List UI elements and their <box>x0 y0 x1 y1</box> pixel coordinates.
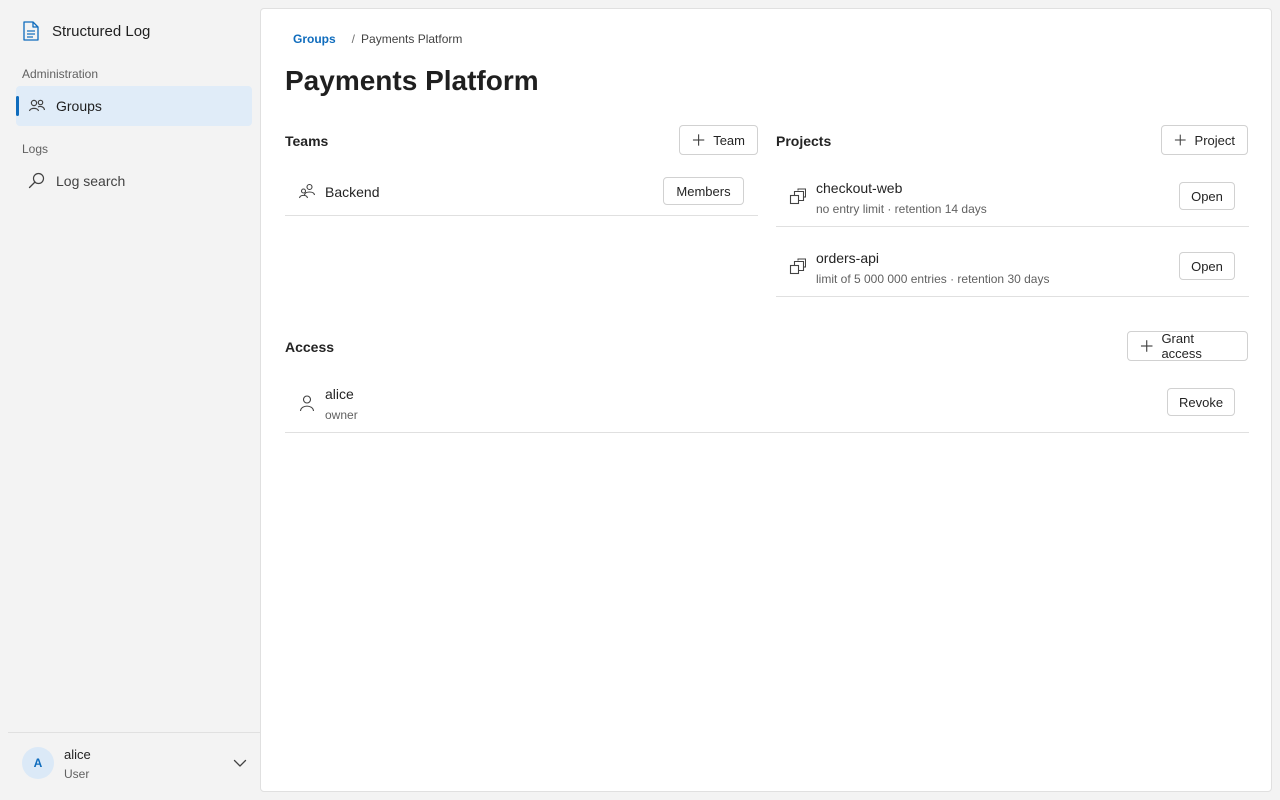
project-row: checkout-web no entry limit · retention … <box>776 169 1249 227</box>
add-team-button[interactable]: Team <box>679 125 758 155</box>
main-content: Groups / Payments Platform Payments Plat… <box>260 8 1272 792</box>
open-project-label: Open <box>1191 188 1223 204</box>
document-icon <box>23 21 39 41</box>
nav-heading-logs: Logs <box>22 142 49 156</box>
project-details: limit of 5 000 000 entries · retention 3… <box>816 272 1050 286</box>
project-details: no entry limit · retention 14 days <box>816 202 987 216</box>
projects-section-title: Projects <box>776 133 832 149</box>
breadcrumb-groups-link[interactable]: Groups <box>293 32 336 46</box>
project-name[interactable]: checkout-web <box>816 180 902 196</box>
plus-icon <box>692 134 705 146</box>
person-icon <box>299 395 315 412</box>
team-members-label: Members <box>676 183 731 199</box>
add-project-label: Project <box>1194 132 1235 148</box>
revoke-access-button[interactable]: Revoke <box>1167 388 1235 416</box>
nav-heading-administration: Administration <box>22 67 99 81</box>
team-name: Backend <box>325 184 380 200</box>
plus-icon <box>1140 340 1153 352</box>
access-user-role: owner <box>325 408 358 422</box>
access-section-title: Access <box>285 339 335 355</box>
plus-icon <box>1174 134 1186 146</box>
breadcrumb-current: Payments Platform <box>361 32 463 46</box>
open-project-button[interactable]: Open <box>1179 182 1235 210</box>
sidebar-item-groups[interactable]: Groups <box>16 86 252 126</box>
sidebar: Structured Log Administration Groups Log… <box>0 0 260 800</box>
app-title: Structured Log <box>52 22 151 40</box>
open-project-button[interactable]: Open <box>1179 252 1235 280</box>
sidebar-item-label: Log search <box>56 173 126 189</box>
teams-section-title: Teams <box>285 133 329 149</box>
user-name: alice <box>64 747 91 762</box>
team-row: Backend Members <box>285 169 758 216</box>
people-icon <box>28 99 46 112</box>
sidebar-item-log-search[interactable]: Log search <box>16 161 252 201</box>
add-team-label: Team <box>713 132 745 148</box>
access-user-name: alice <box>325 386 354 402</box>
search-icon <box>28 172 45 189</box>
team-members-button[interactable]: Members <box>663 177 744 205</box>
project-row: orders-api limit of 5 000 000 entries · … <box>776 239 1249 297</box>
avatar: A <box>22 747 54 779</box>
grant-access-label: Grant access <box>1161 331 1202 361</box>
access-row: alice owner Revoke <box>285 375 1249 433</box>
grant-access-button[interactable]: Grant access <box>1127 331 1248 361</box>
person-icon <box>298 183 316 199</box>
project-name[interactable]: orders-api <box>816 250 879 266</box>
open-project-label: Open <box>1191 258 1223 274</box>
page-title: Payments Platform <box>285 65 539 96</box>
brand[interactable]: Structured Log <box>22 20 150 42</box>
user-role: User <box>64 767 90 781</box>
user-account[interactable]: A alice User <box>8 732 260 800</box>
breadcrumb: Groups / Payments Platform <box>293 32 462 46</box>
project-icon <box>789 188 806 205</box>
breadcrumb-separator: / <box>351 32 356 46</box>
sidebar-item-label: Groups <box>56 98 102 114</box>
add-project-button[interactable]: Project <box>1161 125 1248 155</box>
chevron-down-icon[interactable] <box>232 755 248 771</box>
project-icon <box>789 258 806 275</box>
revoke-access-label: Revoke <box>1178 394 1224 410</box>
